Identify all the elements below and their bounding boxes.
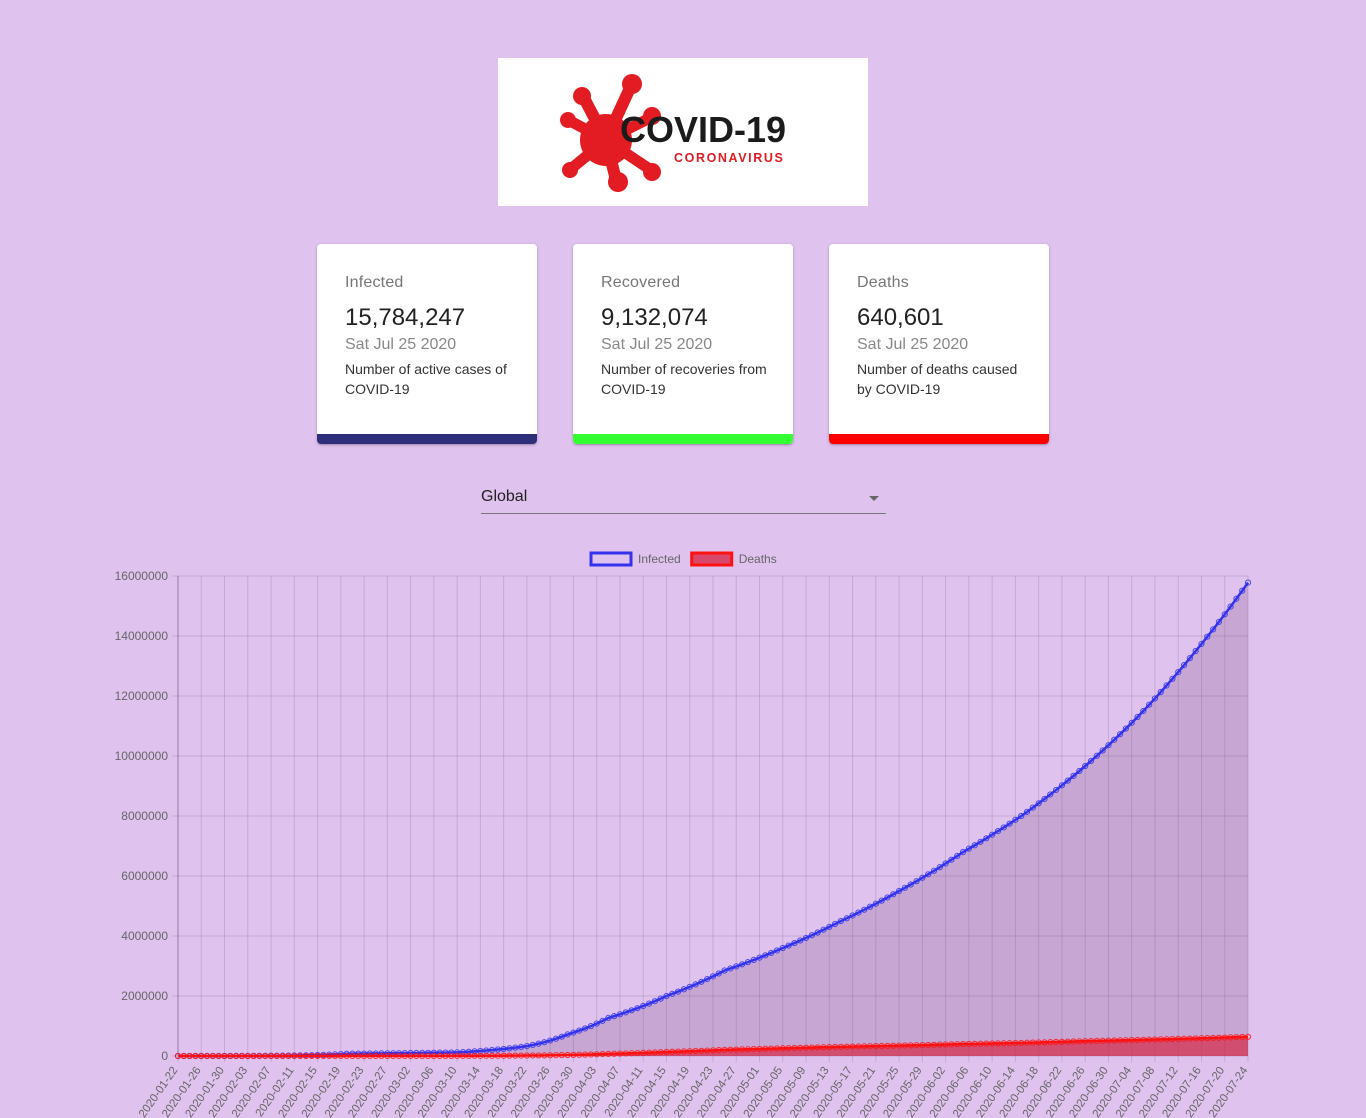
y-tick-label: 4000000 — [121, 929, 168, 943]
y-tick-label: 16000000 — [115, 569, 169, 583]
y-tick-label: 10000000 — [115, 749, 169, 763]
stats-cards: Infected 15,784,247 Sat Jul 25 2020 Numb… — [317, 244, 1049, 444]
logo-subtitle: CORONAVIRUS — [674, 151, 784, 165]
card-title: Deaths — [857, 274, 909, 291]
card-title: Recovered — [601, 274, 681, 291]
country-select-value: Global — [481, 488, 528, 505]
card-color-bar — [573, 434, 793, 444]
card-value: 15,784,247 — [345, 304, 466, 331]
card-value: 9,132,074 — [601, 304, 708, 331]
y-tick-label: 12000000 — [115, 689, 169, 703]
card-infected: Infected 15,784,247 Sat Jul 25 2020 Numb… — [317, 244, 537, 444]
card-title: Infected — [345, 274, 404, 291]
card-date: Sat Jul 25 2020 — [601, 336, 713, 353]
y-tick-label: 14000000 — [115, 629, 169, 643]
chevron-down-icon[interactable] — [869, 496, 879, 501]
cases-chart: 0 2000000 4000000 6000000 8000000 10000000 120… — [115, 551, 1252, 1118]
card-description: Number of active cases of COVID-19 — [345, 361, 507, 397]
card-deaths: Deaths 640,601 Sat Jul 25 2020 Number of… — [829, 244, 1049, 444]
card-description: Number of recoveries from COVID-19 — [601, 361, 767, 397]
card-color-bar — [829, 434, 1049, 444]
covid-logo: COVID-19 CORONAVIRUS — [498, 58, 868, 206]
card-description: Number of deaths caused by COVID-19 — [857, 361, 1018, 397]
y-tick-label: 8000000 — [121, 809, 168, 823]
card-value: 640,601 — [857, 304, 944, 331]
legend-swatch-deaths — [690, 551, 734, 567]
legend-label-infected: Infected — [638, 552, 681, 566]
logo-title: COVID-19 — [620, 109, 786, 150]
legend-swatch-infected — [589, 551, 633, 567]
legend-label-deaths: Deaths — [739, 552, 777, 566]
card-color-bar — [317, 434, 537, 444]
card-recovered: Recovered 9,132,074 Sat Jul 25 2020 Numb… — [573, 244, 793, 444]
card-date: Sat Jul 25 2020 — [345, 336, 457, 353]
y-tick-label: 6000000 — [121, 869, 168, 883]
country-select[interactable]: Global — [481, 482, 886, 514]
card-date: Sat Jul 25 2020 — [857, 336, 969, 353]
y-tick-label: 0 — [161, 1049, 168, 1063]
y-tick-label: 2000000 — [121, 989, 168, 1003]
virus-logo-icon: COVID-19 CORONAVIRUS — [560, 74, 786, 192]
